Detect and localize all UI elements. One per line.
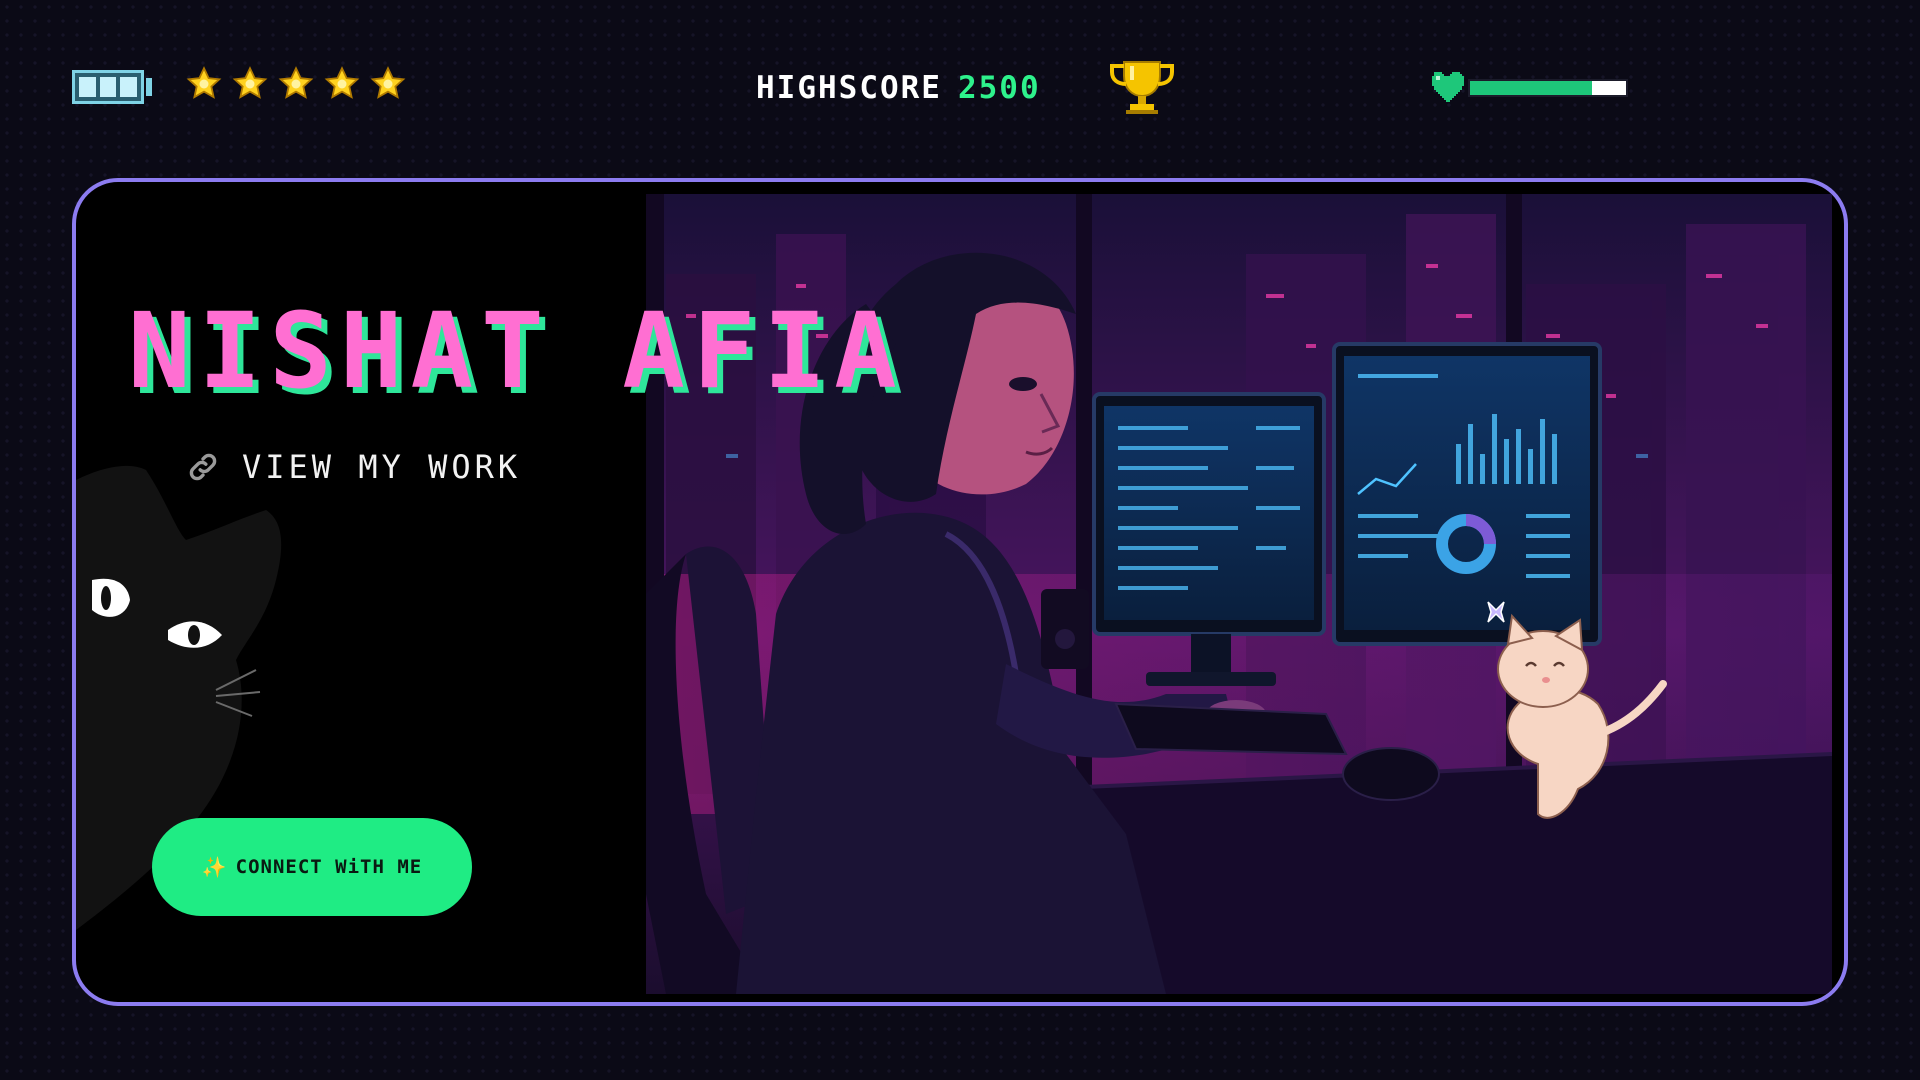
connect-button[interactable]: ✨ CONNECT WiTH ME: [152, 818, 472, 916]
sparkle-icon: ✨: [201, 855, 228, 879]
star-icon: [186, 66, 222, 99]
hero-name: NISHAT AFIA: [128, 290, 905, 412]
trophy-icon: [1110, 61, 1174, 114]
star-icon: [324, 66, 360, 99]
health-fill: [1470, 81, 1592, 95]
battery-icon: [72, 70, 144, 104]
star-icon: [232, 66, 268, 99]
hero-card: NISHAT AFIA VIEW MY WORK ✨ CONNECT WiTH …: [72, 178, 1848, 1006]
star-rating: [186, 66, 406, 102]
health-bar: [1430, 70, 1640, 104]
highscore-value: 2500: [957, 70, 1041, 106]
game-hud: HIGHSCORE 2500: [0, 0, 1920, 180]
health-track: [1468, 79, 1628, 97]
battery-cap: [146, 78, 152, 96]
star-icon: [278, 66, 314, 99]
highscore-label: HIGHSCORE: [756, 70, 942, 106]
pixel-heart-icon: [1432, 72, 1464, 102]
connect-label: CONNECT WiTH ME: [235, 856, 423, 878]
highscore: HIGHSCORE 2500: [756, 70, 1041, 106]
star-icon: [370, 66, 406, 99]
